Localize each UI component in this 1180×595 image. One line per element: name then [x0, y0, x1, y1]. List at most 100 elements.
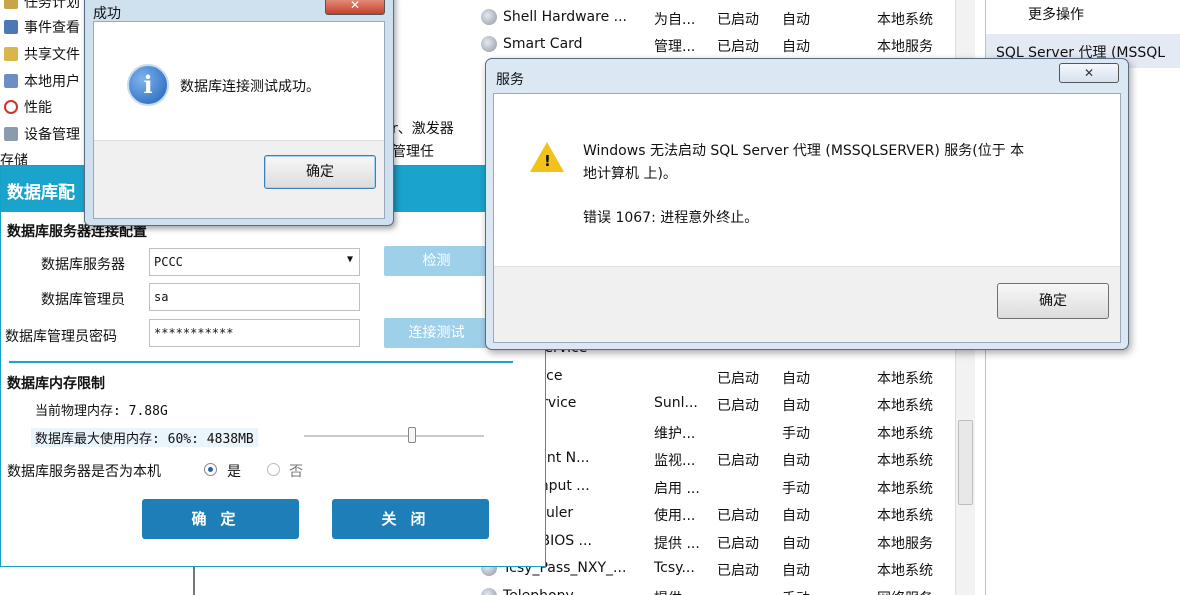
radio-no-label: 否 [289, 464, 303, 480]
service-startup-cell: 自动 [782, 39, 810, 55]
services-scrollbar-thumb[interactable] [958, 420, 973, 505]
service-row[interactable]: Smart Card 管理... 已启动 自动 本地服务 [475, 31, 985, 58]
service-logon-cell: 本地系统 [877, 426, 933, 442]
service-startup-cell: 自动 [782, 536, 810, 552]
service-logon-cell: 本地系统 [877, 508, 933, 524]
service-logon-cell: 本地服务 [877, 39, 933, 55]
admin-label: 数据库管理员 [41, 292, 125, 308]
service-startup-cell: 自动 [782, 12, 810, 28]
service-desc-cell: 使用... [654, 508, 696, 524]
success-ok-button[interactable]: 确定 [264, 155, 376, 189]
max-memory-text: 数据库最大使用内存: 60%: 4838MB [31, 428, 258, 447]
users-icon [4, 74, 18, 88]
password-input[interactable]: *********** [149, 319, 360, 347]
password-label: 数据库管理员密码 [5, 329, 117, 345]
middle-desc-fragment: 管理任 [392, 144, 434, 160]
service-desc-cell: 管理... [654, 39, 696, 55]
service-status-cell: 已启动 [717, 453, 759, 469]
radio-yes-label: 是 [227, 464, 241, 480]
service-logon-cell: 本地系统 [877, 371, 933, 387]
connection-test-button[interactable]: 连接测试 [384, 318, 489, 348]
physical-memory-text: 当前物理内存: 7.88G [35, 404, 168, 419]
service-logon-cell: 本地服务 [877, 536, 933, 552]
info-icon: i [127, 64, 169, 106]
tree-item-local-users[interactable]: 本地用户 [4, 71, 80, 91]
service-desc-cell: 为自... [654, 12, 696, 28]
error-message-line1: Windows 无法启动 SQL Server 代理 (MSSQLSERVER)… [583, 143, 1025, 159]
service-status-cell: 已启动 [717, 12, 759, 28]
error-dialog-title: 服务 [496, 72, 524, 88]
service-row[interactable]: Telephony 提供... 手动 网络服务 [475, 583, 985, 595]
service-row[interactable]: cService已启动自动本地系统 [475, 363, 985, 390]
success-dialog-title: 成功 [93, 6, 121, 22]
close-button[interactable]: 关闭 [332, 499, 489, 539]
radio-selected-dot [208, 467, 213, 472]
tree-item-task-scheduler[interactable]: 任务计划 [4, 0, 80, 12]
error-ok-button[interactable]: 确定 [997, 283, 1109, 319]
service-desc-cell: 提供... [654, 588, 695, 595]
shared-folder-icon [4, 47, 18, 61]
success-dialog: 成功 ✕ i 数据库连接测试成功。 确定 [84, 0, 394, 226]
performance-icon [4, 100, 18, 114]
service-status-cell: 已启动 [717, 536, 759, 552]
service-startup-cell: 自动 [782, 563, 810, 579]
service-desc-cell: Tcsy... [654, 560, 695, 576]
service-startup-cell: 手动 [782, 588, 810, 595]
tree-item-performance[interactable]: 性能 [4, 97, 52, 117]
service-name-cell: Shell Hardware ... [503, 9, 627, 25]
confirm-button[interactable]: 确定 [142, 499, 299, 539]
service-row[interactable]: ginServiceSunl...已启动自动本地系统 [475, 390, 985, 417]
service-row[interactable]: fetch维护...手动本地系统 [475, 418, 985, 445]
error-dialog-footer: 确定 [494, 266, 1120, 342]
tree-item-event-viewer[interactable]: 事件查看 [4, 17, 80, 37]
success-dialog-footer: 确定 [94, 140, 384, 218]
tree-item-device-manager[interactable]: 设备管理 [4, 124, 80, 144]
section-divider [9, 361, 513, 363]
is-local-label: 数据库服务器是否为本机 [7, 464, 161, 480]
service-status-cell: 已启动 [717, 398, 759, 414]
service-row[interactable]: P NetBIOS ... 提供 ... 已启动 自动 本地服务 [475, 528, 985, 555]
more-actions-link[interactable]: 更多操作 [1028, 4, 1084, 24]
server-select[interactable]: PCCC ▼ [149, 248, 360, 276]
service-gear-icon [481, 36, 497, 52]
radio-yes[interactable] [204, 463, 217, 476]
service-gear-icon [481, 9, 497, 25]
service-logon-cell: 本地系统 [877, 563, 933, 579]
close-icon[interactable]: ✕ [1059, 63, 1119, 83]
chevron-down-icon: ▼ [346, 254, 353, 265]
memory-slider-track[interactable] [304, 435, 484, 437]
warning-icon-mark: ! [544, 152, 551, 170]
service-status-cell: 已启动 [717, 508, 759, 524]
service-startup-cell: 自动 [782, 453, 810, 469]
device-manager-icon [4, 127, 18, 141]
admin-input[interactable]: sa [149, 283, 360, 311]
task-scheduler-icon [4, 0, 18, 9]
middle-desc-fragment: r、激发器 [392, 121, 454, 137]
error-code-line: 错误 1067: 进程意外终止。 [583, 210, 759, 226]
memory-slider-thumb[interactable] [408, 427, 416, 443]
error-message-line2: 地计算机 上)。 [583, 166, 677, 182]
service-logon-cell: 网络服务 [877, 588, 933, 595]
service-startup-cell: 手动 [782, 481, 810, 497]
radio-no[interactable] [267, 463, 280, 476]
service-desc-cell: Sunl... [654, 395, 698, 411]
service-startup-cell: 自动 [782, 508, 810, 524]
service-gear-icon [481, 588, 497, 595]
service-status-cell: 已启动 [717, 563, 759, 579]
success-dialog-body: i 数据库连接测试成功。 确定 [93, 21, 385, 219]
service-row[interactable]: t PC Input ... 启用 ... 手动 本地系统 [475, 473, 985, 500]
error-dialog-body: ! Windows 无法启动 SQL Server 代理 (MSSQLSERVE… [493, 93, 1121, 343]
service-desc-cell: 提供 ... [654, 536, 700, 552]
service-startup-cell: 手动 [782, 426, 810, 442]
close-icon[interactable]: ✕ [325, 0, 385, 15]
service-row[interactable]: Tcsy_Pass_NXY_... Tcsy... 已启动 自动 本地系统 [475, 555, 985, 582]
service-status-cell: 已启动 [717, 39, 759, 55]
service-logon-cell: 本地系统 [877, 398, 933, 414]
service-row[interactable]: Scheduler使用...已启动自动本地系统 [475, 500, 985, 527]
service-logon-cell: 本地系统 [877, 453, 933, 469]
service-desc-cell: 维护... [654, 426, 696, 442]
detect-button[interactable]: 检测 [384, 246, 489, 276]
service-row[interactable]: Shell Hardware ... 为自... 已启动 自动 本地系统 [475, 4, 985, 31]
service-row[interactable]: m Event N... 监视... 已启动 自动 本地系统 [475, 445, 985, 472]
tree-item-shared-folders[interactable]: 共享文件 [4, 44, 80, 64]
